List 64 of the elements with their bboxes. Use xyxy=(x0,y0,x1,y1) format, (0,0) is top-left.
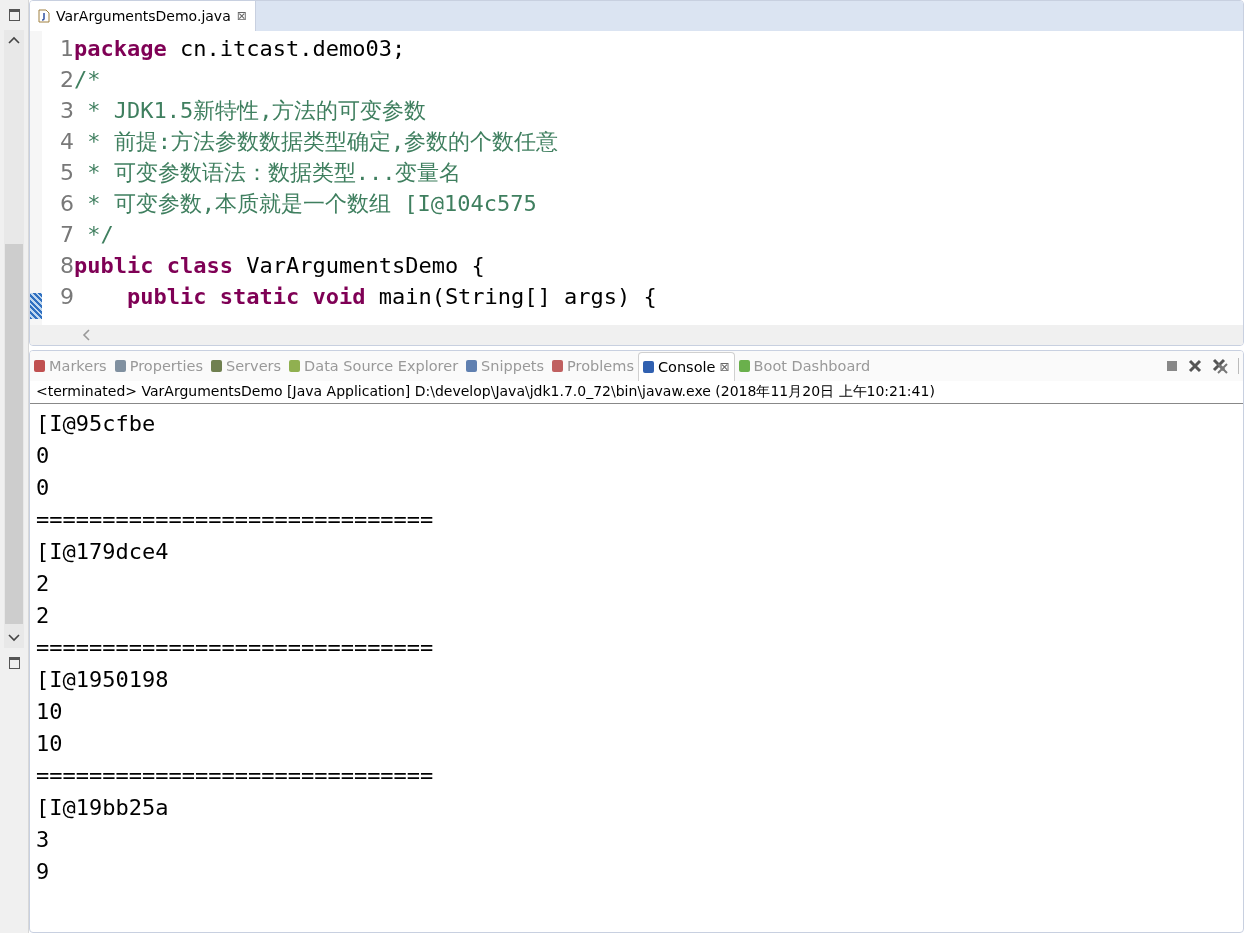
close-icon[interactable]: ⊠ xyxy=(236,9,247,23)
remove-all-icon[interactable] xyxy=(1212,358,1228,374)
code-line: package cn.itcast.demo03; xyxy=(74,36,406,61)
view-icon xyxy=(289,360,301,372)
minimize-icon[interactable] xyxy=(8,9,20,21)
console-output-line: 0 xyxy=(36,474,51,502)
console-output-line: 9 xyxy=(36,858,51,886)
console-output-line: 2 xyxy=(36,602,51,630)
line-number: 5 xyxy=(59,160,74,185)
view-icon xyxy=(210,360,222,372)
view-icon xyxy=(738,360,750,372)
view-tab[interactable]: Servers xyxy=(206,352,286,380)
view-tab[interactable]: Problems xyxy=(548,352,638,380)
view-icon xyxy=(642,360,654,373)
code-line: /* xyxy=(74,67,101,92)
line-number: 6 xyxy=(59,191,74,216)
console-output-line: ============================== xyxy=(36,634,435,662)
console-output-line: [I@1950198 xyxy=(36,666,170,694)
console-output-line: 3 xyxy=(36,826,51,854)
line-number: 2 xyxy=(59,67,74,92)
console-header: <terminated> VarArgumentsDemo [Java Application] D:\develop\Java\jdk1.7.0_72\bin\javaw.exe (2018年11月20日 上午10:21:41) xyxy=(30,381,1243,404)
console-output-line: [I@19bb25a xyxy=(36,794,170,822)
breakpoint-marker xyxy=(30,293,42,319)
java-file-icon xyxy=(38,9,50,23)
view-icon xyxy=(114,360,126,372)
view-icon xyxy=(552,360,564,372)
view-icon xyxy=(34,360,45,372)
minimize-icon[interactable] xyxy=(8,657,20,669)
code-line: * 可变参数语法：数据类型...变量名 xyxy=(86,158,462,187)
console-output-line: 0 xyxy=(36,442,51,470)
console-output-line: [I@179dce4 xyxy=(36,538,170,566)
scrollbar[interactable] xyxy=(30,325,1243,345)
code-line: * 可变参数,本质就是一个数组 [I@104c575 xyxy=(86,189,537,218)
remove-icon[interactable] xyxy=(1188,359,1202,373)
view-tab[interactable]: Console ⊠ xyxy=(637,351,735,381)
code-line: * JDK1.5新特性,方法的可变参数 xyxy=(86,96,427,125)
console-output-line: 10 xyxy=(36,698,64,726)
code-line: */ xyxy=(86,222,114,247)
view-tab[interactable]: Snippets xyxy=(462,352,549,380)
console-output-line: [I@95cfbe xyxy=(36,410,157,438)
scrollbar[interactable] xyxy=(4,30,24,648)
editor-tab[interactable]: VarArgumentsDemo.java ⊠ xyxy=(30,1,256,31)
line-number: 3 xyxy=(59,98,74,123)
chevron-down-icon[interactable] xyxy=(8,634,20,642)
view-icon xyxy=(466,360,478,372)
line-number: 9 xyxy=(59,284,74,309)
console-output-line: ============================== xyxy=(36,762,435,790)
line-number: 8 xyxy=(59,253,74,278)
console-output-line: 2 xyxy=(36,570,51,598)
code-line: * 前提:方法参数数据类型确定,参数的个数任意 xyxy=(86,127,559,156)
console-output-line: 10 xyxy=(36,730,64,758)
close-icon[interactable]: ⊠ xyxy=(719,359,730,374)
view-tab[interactable]: Boot Dashboard xyxy=(734,352,875,380)
code-line: public class VarArgumentsDemo { xyxy=(74,253,485,278)
view-tab[interactable]: Markers xyxy=(30,352,111,380)
console-output-line: ============================== xyxy=(36,506,435,534)
line-number: 7 xyxy=(59,222,74,247)
view-tab[interactable]: Properties xyxy=(110,352,207,380)
stop-icon[interactable] xyxy=(1166,360,1178,372)
line-number: 1 xyxy=(59,36,74,61)
chevron-up-icon[interactable] xyxy=(8,36,20,44)
code-line: public static void main(String[] args) { xyxy=(125,284,657,309)
line-number: 4 xyxy=(59,129,74,154)
view-tab[interactable]: Data Source Explorer xyxy=(285,352,463,380)
